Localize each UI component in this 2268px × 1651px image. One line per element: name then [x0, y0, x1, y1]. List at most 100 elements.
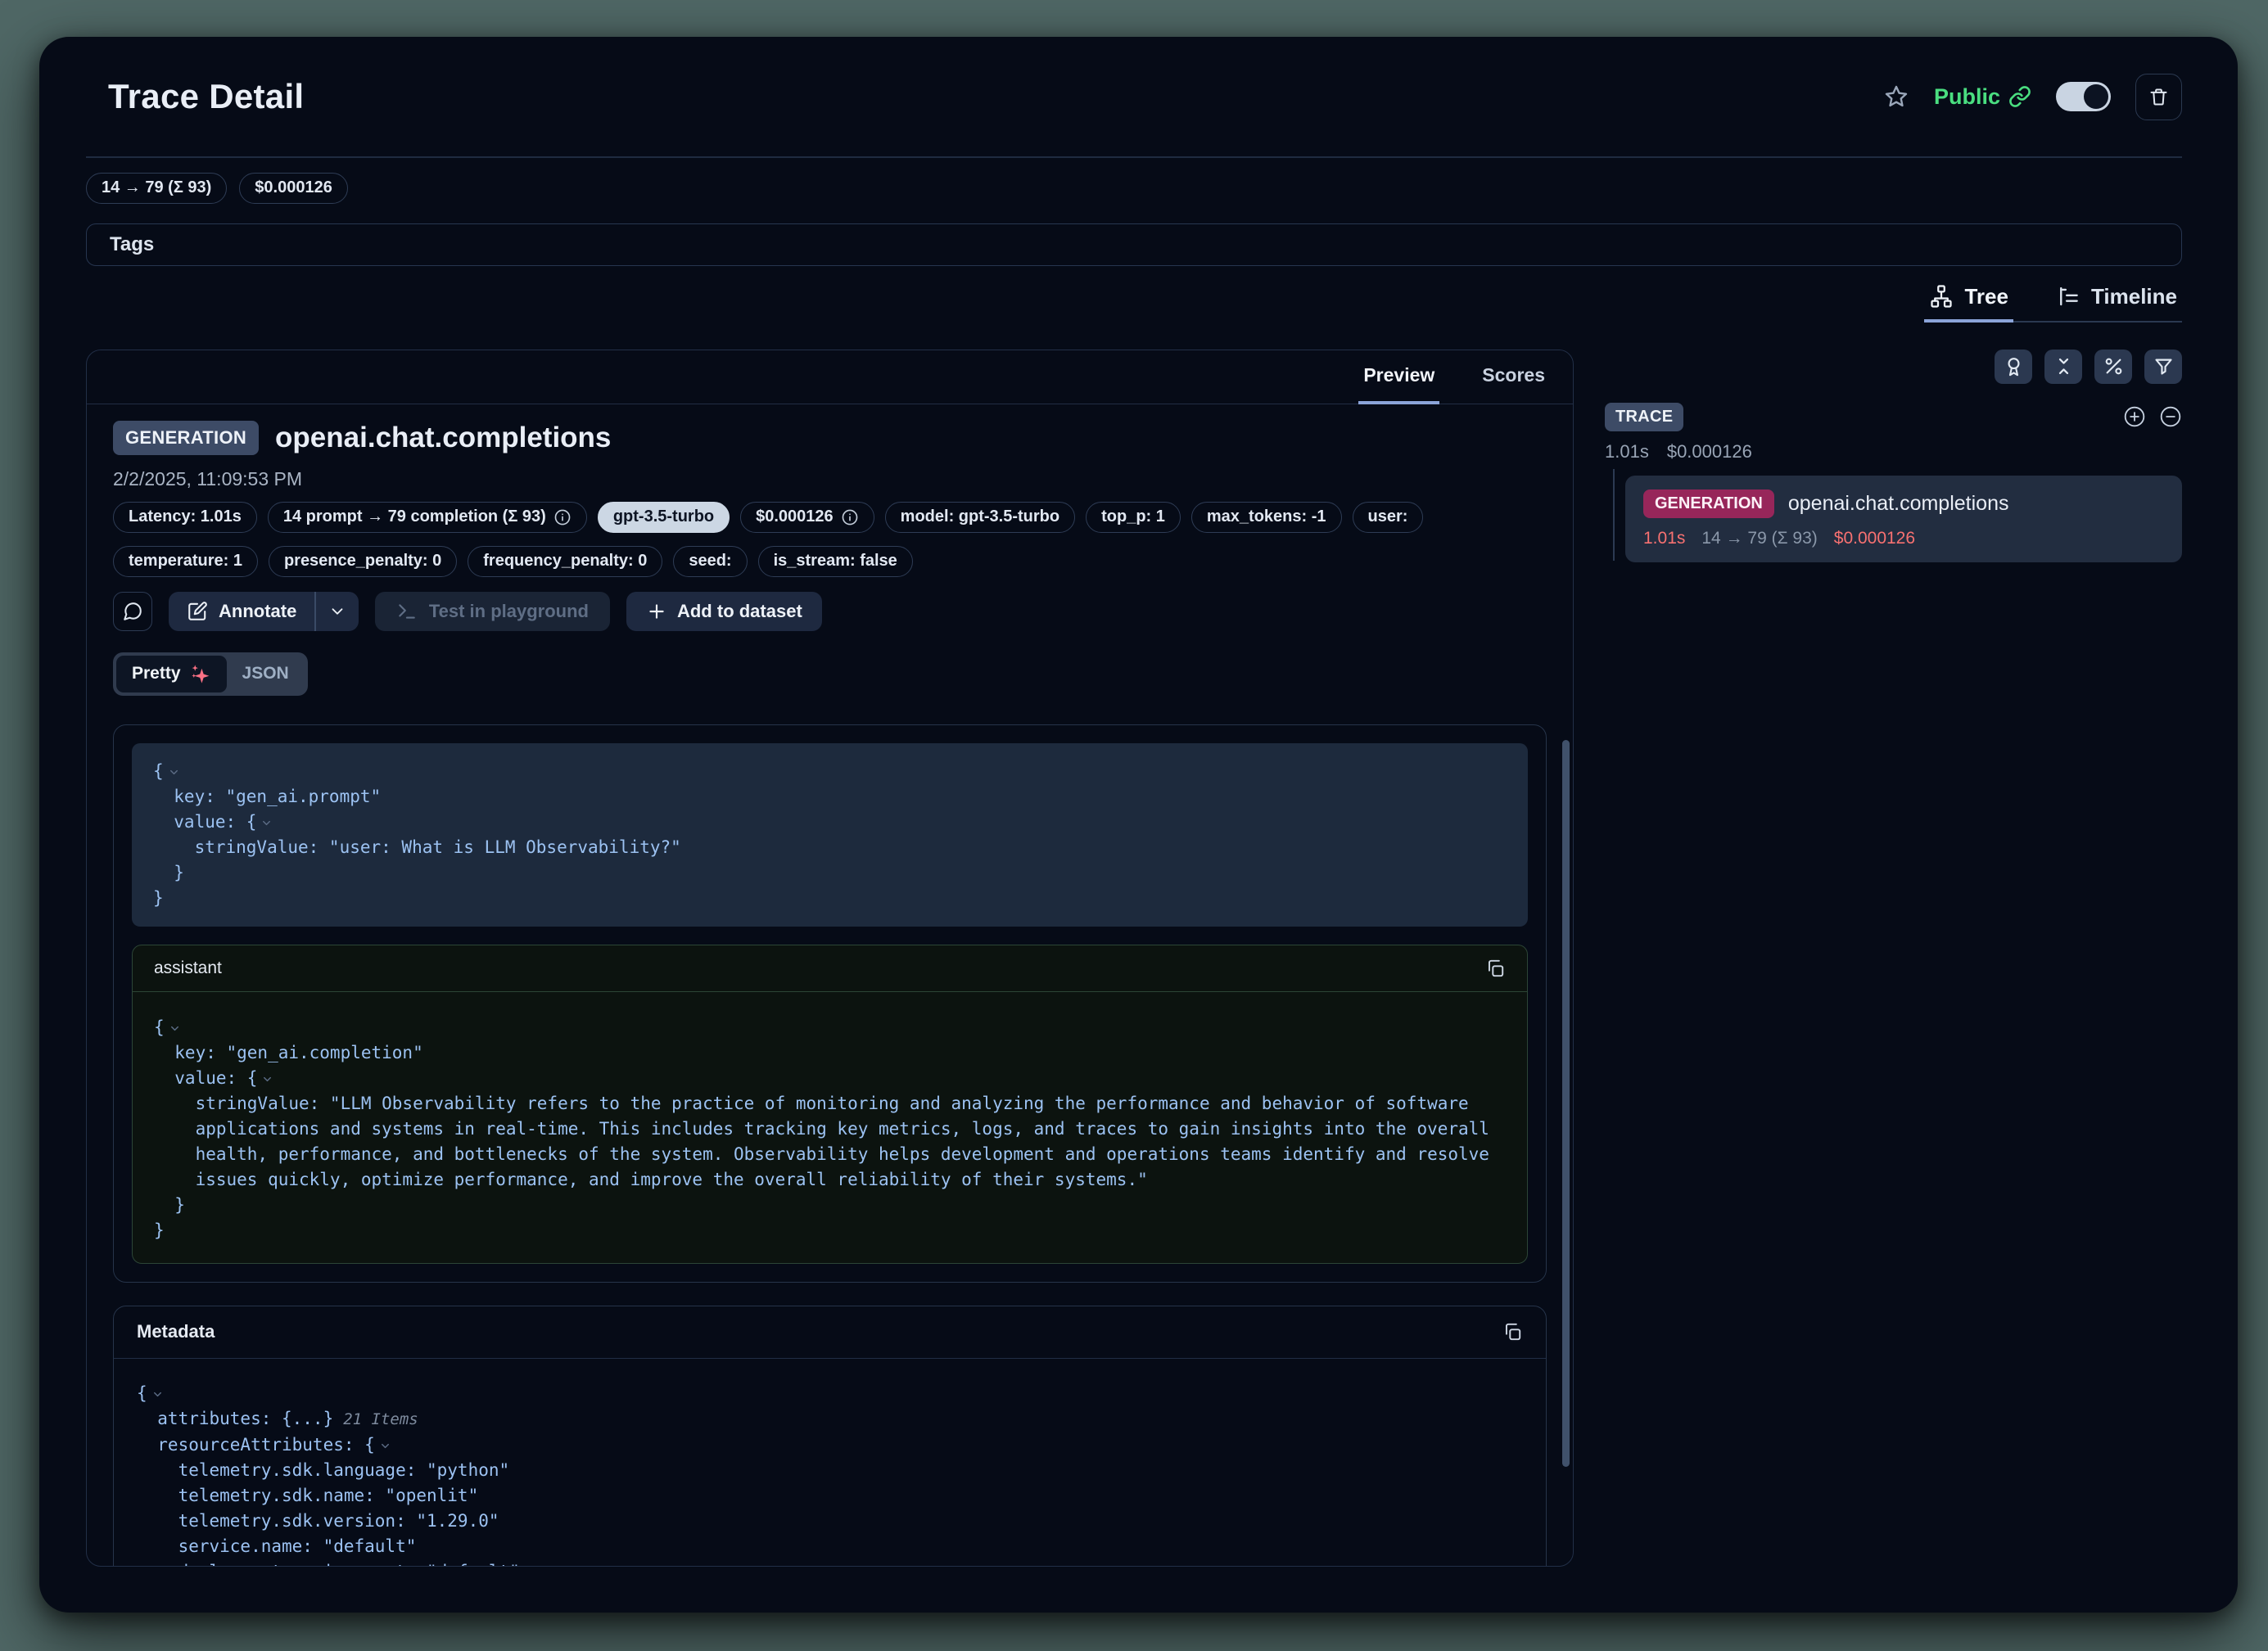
tab-scores[interactable]: Scores: [1477, 350, 1550, 405]
trace-cost-badge: $0.000126: [239, 173, 348, 204]
collapse-all-button[interactable]: [2044, 350, 2082, 384]
format-toggle: Pretty JSON: [113, 652, 1547, 696]
observation-panel: Preview Scores GENERATION openai.chat.co…: [86, 350, 1574, 1567]
annotate-label: Annotate: [219, 601, 296, 622]
delete-button[interactable]: [2135, 74, 2182, 120]
panel-scrollbar[interactable]: [1562, 740, 1570, 1467]
tab-preview[interactable]: Preview: [1358, 350, 1439, 405]
annotate-dropdown[interactable]: [316, 592, 359, 631]
cost-chip[interactable]: $0.000126: [740, 502, 874, 533]
collapse-caret-icon[interactable]: [168, 766, 180, 778]
public-label: Public: [1934, 84, 2000, 110]
collapse-caret-icon[interactable]: [169, 1022, 181, 1035]
frequency-penalty-chip: frequency_penalty: 0: [468, 546, 662, 577]
add-to-dataset-button[interactable]: Add to dataset: [626, 592, 822, 631]
copy-button[interactable]: [1502, 1321, 1523, 1342]
presence-penalty-chip: presence_penalty: 0: [269, 546, 457, 577]
info-icon: [553, 508, 572, 526]
tree-node: GENERATION openai.chat.completions 1.01s…: [1605, 476, 2182, 562]
header-divider: [86, 156, 2182, 158]
token-usage-badge: 14 → 79 (Σ 93): [86, 173, 227, 204]
io-card: { key: "gen_ai.prompt" value: { stringVa…: [113, 724, 1547, 1283]
trash-icon: [2148, 86, 2170, 108]
observation-chips-row1: Latency: 1.01s 14 prompt → 79 completion…: [113, 502, 1547, 533]
format-pretty[interactable]: Pretty: [116, 656, 227, 692]
link-icon: [2008, 85, 2031, 108]
tags-section[interactable]: Tags: [86, 223, 2182, 266]
timeline-icon: [2056, 284, 2081, 309]
filter-button[interactable]: [2144, 350, 2182, 384]
collapse-caret-icon[interactable]: [260, 817, 273, 829]
observation-detail: GENERATION openai.chat.completions 2/2/2…: [87, 404, 1573, 1567]
copy-button[interactable]: [1484, 958, 1506, 979]
trace-badge: TRACE: [1605, 403, 1683, 431]
terminal-icon: [396, 601, 418, 622]
observation-name: openai.chat.completions: [275, 422, 611, 454]
observation-timestamp: 2/2/2025, 11:09:53 PM: [113, 468, 1547, 490]
tab-timeline-label: Timeline: [2091, 284, 2177, 309]
trace-summary: 14 → 79 (Σ 93) $0.000126: [86, 173, 2182, 204]
chevron-down-icon: [328, 602, 346, 620]
item-count-note: 21 Items: [343, 1410, 418, 1428]
view-tabs-list: Tree Timeline: [1924, 277, 2182, 323]
trace-cost: $0.000126: [1667, 441, 1752, 462]
plus-icon: [646, 601, 667, 622]
metadata-content: { attributes: {...}21 Items resourceAttr…: [114, 1359, 1546, 1567]
assistant-output-card: assistant { key: "gen_ai.completion" val…: [132, 945, 1528, 1264]
trace-root-row[interactable]: TRACE: [1605, 403, 2182, 431]
view-tabs: Tree Timeline: [86, 277, 2182, 323]
collapse-caret-icon[interactable]: [379, 1440, 391, 1452]
action-bar: Annotate Test in playground Add to data: [113, 592, 1547, 631]
is-stream-chip: is_stream: false: [758, 546, 913, 577]
trace-metrics: 1.01s $0.000126: [1605, 441, 2182, 462]
header: Trace Detail Public: [86, 37, 2182, 156]
node-cost: $0.000126: [1834, 529, 1915, 548]
temperature-chip: temperature: 1: [113, 546, 258, 577]
assistant-output-content: { key: "gen_ai.completion" value: { stri…: [133, 992, 1527, 1263]
public-toggle[interactable]: [2056, 82, 2111, 111]
zoom-in-button[interactable]: [2123, 405, 2146, 428]
annotate-button[interactable]: Annotate: [169, 592, 359, 631]
model-param-chip: model: gpt-3.5-turbo: [885, 502, 1075, 533]
generation-type-badge: GENERATION: [1643, 489, 1774, 518]
tab-tree-label: Tree: [1964, 284, 2008, 309]
generation-node-card[interactable]: GENERATION openai.chat.completions 1.01s…: [1625, 476, 2182, 562]
star-icon: [1883, 83, 1909, 110]
percent-icon: [2103, 355, 2125, 377]
format-json[interactable]: JSON: [227, 656, 305, 692]
tree-icon: [1929, 284, 1954, 309]
copy-icon: [1484, 958, 1506, 979]
page-title: Trace Detail: [108, 77, 304, 116]
collapse-caret-icon[interactable]: [261, 1073, 273, 1085]
format-json-label: JSON: [242, 664, 289, 683]
test-in-playground-label: Test in playground: [429, 601, 589, 622]
user-chip: user:: [1353, 502, 1424, 533]
tab-tree[interactable]: Tree: [1924, 277, 2013, 323]
public-link[interactable]: Public: [1934, 84, 2031, 110]
assistant-label: assistant: [154, 959, 222, 978]
bookmark-button[interactable]: [1883, 83, 1909, 110]
token-detail-chip[interactable]: 14 prompt → 79 completion (Σ 93): [268, 502, 587, 533]
trace-tree-sidebar: TRACE 1.01s $0.000126 GENERATION openai.…: [1605, 350, 2182, 1567]
model-chip[interactable]: gpt-3.5-turbo: [598, 502, 730, 533]
comment-button[interactable]: [113, 592, 152, 631]
test-in-playground-button[interactable]: Test in playground: [375, 592, 610, 631]
input-block: { key: "gen_ai.prompt" value: { stringVa…: [132, 743, 1528, 927]
header-actions: Public: [1883, 74, 2182, 120]
annotation-queue-button[interactable]: [1995, 350, 2032, 384]
show-metrics-button[interactable]: [2094, 350, 2132, 384]
trace-detail-window: Trace Detail Public 14 → 79 (: [39, 37, 2238, 1613]
tab-timeline[interactable]: Timeline: [2051, 277, 2182, 323]
award-icon: [2003, 355, 2025, 377]
info-icon: [841, 508, 859, 526]
node-usage: 14 → 79 (Σ 93): [1701, 529, 1817, 548]
collapse-caret-icon[interactable]: [151, 1388, 164, 1401]
format-pretty-label: Pretty: [132, 664, 181, 683]
metadata-card: Metadata { attributes: {...}21 Items res…: [113, 1306, 1547, 1567]
annotate-icon: [187, 601, 208, 622]
generation-node-name: openai.chat.completions: [1788, 492, 2009, 516]
trace-latency: 1.01s: [1605, 441, 1649, 462]
zoom-out-button[interactable]: [2159, 405, 2182, 428]
observation-type-badge: GENERATION: [113, 421, 259, 455]
sparkles-icon: [189, 663, 211, 685]
